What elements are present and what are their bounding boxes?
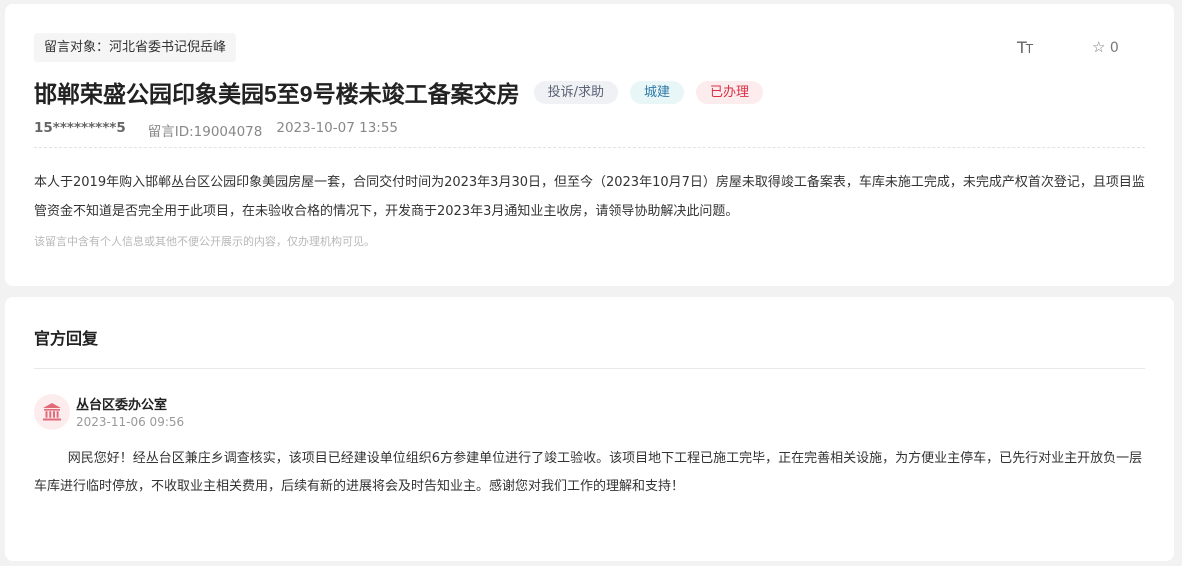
font-size-label: T bbox=[1017, 38, 1027, 57]
user-id: 15*********5 bbox=[34, 120, 126, 136]
message-id: 留言ID:19004078 bbox=[147, 124, 263, 140]
reply-department: 丛台区委办公室 bbox=[76, 398, 168, 413]
reply-content: 网民您好！经丛台区兼庄乡调查核实，该项目已经建设单位组织6方参建单位进行了竣工验… bbox=[34, 451, 1143, 494]
title-row: 邯郸荣盛公园印象美园5至9号楼未竣工备案交房 投诉/求助 城建 已办理 bbox=[34, 74, 775, 110]
message-timestamp: 2023-10-07 13:55 bbox=[276, 120, 399, 136]
message-meta: 15*********5 留言ID:19004078 2023-10-07 13… bbox=[34, 120, 399, 140]
privacy-note: 该留言中含有个人信息或其他不便公开展示的内容，仅办理机构可见。 bbox=[34, 235, 375, 248]
category-badge: 城建 bbox=[629, 80, 684, 104]
reply-timestamp: 2023-11-06 09:56 bbox=[76, 415, 185, 429]
page-title: 邯郸荣盛公园印象美园5至9号楼未竣工备案交房 bbox=[34, 81, 520, 107]
reply-section-title: 官方回复 bbox=[34, 329, 99, 348]
star-icon: ☆ bbox=[1092, 38, 1106, 56]
status-badge: 已办理 bbox=[696, 80, 764, 104]
message-target-tag: 留言对象：河北省委书记倪岳峰 bbox=[34, 33, 237, 62]
message-content: 本人于2019年购入邯郸丛台区公园印象美园房屋一套，合同交付时间为2023年3月… bbox=[34, 175, 1145, 219]
official-reply-card: 官方回复 丛台区委办公室 2023-11-06 09:56 网民您好！经丛台区兼… bbox=[5, 297, 1174, 561]
font-size-icon[interactable]: TT bbox=[1017, 38, 1041, 60]
favorite-button[interactable]: ☆ 0 bbox=[1092, 38, 1119, 60]
divider bbox=[34, 368, 1145, 369]
favorite-count: 0 bbox=[1109, 40, 1119, 56]
font-size-label-small: T bbox=[1025, 42, 1033, 56]
type-badge: 投诉/求助 bbox=[533, 80, 618, 104]
divider bbox=[34, 147, 1145, 148]
message-card: 留言对象：河北省委书记倪岳峰 TT ☆ 0 邯郸荣盛公园印象美园5至9号楼未竣工… bbox=[5, 4, 1174, 286]
government-building-icon bbox=[34, 394, 70, 430]
